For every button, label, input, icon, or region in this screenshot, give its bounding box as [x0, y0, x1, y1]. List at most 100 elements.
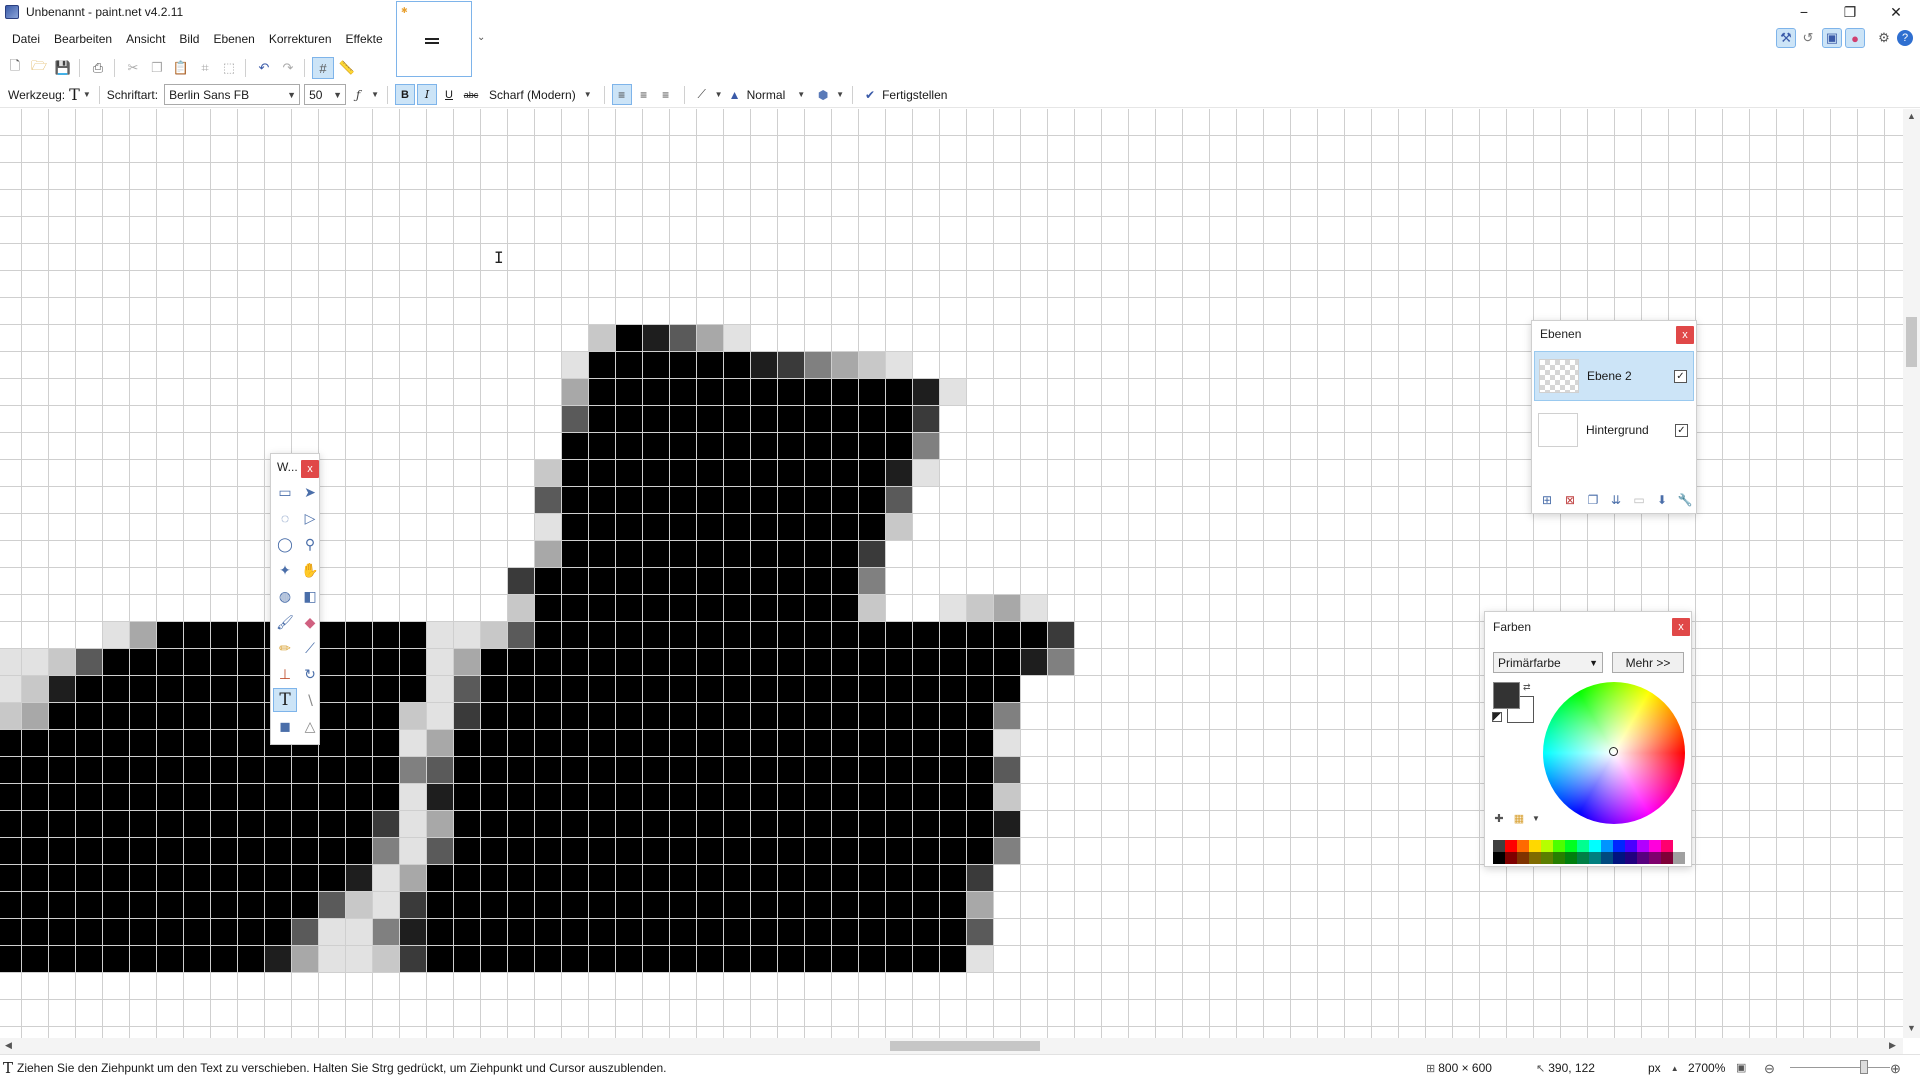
tool-dropdown-chevron-icon[interactable]: ▼ [83, 90, 91, 99]
rectangle-select-tool-icon[interactable]: ▭ [273, 480, 297, 504]
layer-visibility-checkbox[interactable]: ✓ [1675, 423, 1688, 437]
zoom-out-icon[interactable]: ⊖ [1764, 1061, 1778, 1077]
palette-swatch[interactable] [1577, 840, 1589, 852]
move-selection-tool-icon[interactable]: ▷ [298, 506, 322, 530]
tools-window-close-button[interactable]: x [301, 460, 319, 478]
menu-effekte[interactable]: Effekte [339, 28, 390, 50]
redo-icon[interactable]: ↷ [277, 57, 299, 79]
zoom-level[interactable]: 2700% [1688, 1061, 1725, 1075]
vertical-scrollbar[interactable]: ▲ ▼ [1903, 109, 1920, 1038]
palette-swatch[interactable] [1565, 840, 1577, 852]
text-tool-icon[interactable]: T [273, 688, 297, 712]
unit-select[interactable]: px ▲ [1648, 1061, 1679, 1075]
minimize-button[interactable]: − [1781, 0, 1827, 24]
layer-row-ebene-2[interactable]: Ebene 2 ✓ [1534, 351, 1694, 401]
add-to-palette-icon[interactable]: ✚ [1491, 810, 1507, 826]
italic-toggle[interactable]: I [417, 84, 438, 105]
zoom-to-window-icon[interactable]: ▣ [1736, 1061, 1749, 1074]
delete-layer-icon[interactable]: ⊠ [1559, 491, 1581, 509]
antialiasing-chevron-icon[interactable]: ▼ [584, 90, 592, 99]
move-selected-pixels-tool-icon[interactable]: ➤ [298, 480, 322, 504]
recolor-tool-icon[interactable]: ↻ [298, 662, 322, 686]
ellipse-select-tool-icon[interactable]: ◯ [273, 532, 297, 556]
palette-swatch[interactable] [1541, 852, 1553, 864]
palette-swatch[interactable] [1649, 840, 1661, 852]
restore-button[interactable]: ❐ [1827, 0, 1873, 24]
paint-bucket-tool-icon[interactable]: ◍ [273, 584, 297, 608]
font-smoothing-icon[interactable]: ƒ [348, 84, 368, 105]
horizontal-scroll-thumb[interactable] [890, 1041, 1040, 1051]
color-wheel-marker[interactable] [1609, 747, 1618, 756]
antialias-toggle-icon[interactable]: ⟋ [692, 84, 712, 105]
menu-korrekturen[interactable]: Korrekturen [262, 28, 339, 50]
antialiasing-select[interactable]: Scharf (Modern) [489, 88, 576, 102]
menu-ansicht[interactable]: Ansicht [119, 28, 172, 50]
zoom-slider-thumb[interactable] [1860, 1060, 1868, 1074]
align-left-icon[interactable]: ≡ [611, 84, 632, 105]
new-file-icon[interactable]: 🗋 [4, 57, 26, 79]
move-layer-up-icon[interactable]: ▭ [1628, 491, 1650, 509]
scroll-down-arrow-icon[interactable]: ▼ [1903, 1023, 1920, 1033]
palette-menu-chevron-icon[interactable]: ▼ [1532, 814, 1540, 823]
deselect-icon[interactable]: ⬚ [218, 57, 240, 79]
palette-swatch[interactable] [1625, 852, 1637, 864]
layers-window-close-button[interactable]: x [1676, 326, 1694, 344]
palette-swatch[interactable] [1589, 852, 1601, 864]
gradient-tool-icon[interactable]: ◧ [298, 584, 322, 608]
blend-mode-icon[interactable]: ▲ [725, 84, 745, 105]
zoom-in-icon[interactable]: ⊕ [1890, 1061, 1904, 1077]
font-smoothing-chevron-icon[interactable]: ▼ [371, 90, 379, 99]
vertical-scroll-thumb[interactable] [1906, 317, 1917, 367]
palette-menu-icon[interactable]: ▦ [1511, 810, 1527, 826]
finish-button[interactable]: Fertigstellen [882, 88, 947, 102]
swap-colors-icon[interactable]: ⇄ [1523, 682, 1531, 693]
palette-swatch[interactable] [1565, 852, 1577, 864]
align-right-icon[interactable]: ≡ [656, 84, 676, 105]
palette-swatch[interactable] [1517, 840, 1529, 852]
palette-swatch[interactable] [1553, 852, 1565, 864]
horizontal-scrollbar[interactable]: ◀ ▶ [0, 1038, 1903, 1054]
lasso-select-tool-icon[interactable]: ◌ [273, 506, 297, 530]
blend-mode-select[interactable]: Normal [747, 88, 786, 102]
zoom-slider[interactable] [1790, 1067, 1890, 1068]
palette-swatch[interactable] [1493, 840, 1505, 852]
duplicate-layer-icon[interactable]: ❐ [1582, 491, 1604, 509]
text-tool-icon[interactable]: T [69, 85, 80, 104]
palette-swatch[interactable] [1625, 840, 1637, 852]
pan-tool-icon[interactable]: ✋ [298, 558, 322, 582]
help-icon[interactable]: ? [1897, 30, 1913, 46]
palette-swatch[interactable] [1529, 840, 1541, 852]
add-layer-icon[interactable]: ⊞ [1536, 491, 1558, 509]
colors-window-toggle-icon[interactable]: ● [1845, 28, 1865, 48]
palette-swatch[interactable] [1553, 840, 1565, 852]
reset-colors-icon[interactable] [1492, 712, 1502, 722]
eraser-tool-icon[interactable]: ◆ [298, 610, 322, 634]
layer-row-hintergrund[interactable]: Hintergrund ✓ [1534, 405, 1694, 455]
undo-icon[interactable]: ↶ [253, 57, 275, 79]
crop-to-selection-icon[interactable]: ⌗ [194, 57, 216, 79]
selection-clipping-icon[interactable]: ⬢ [813, 84, 833, 105]
palette-swatch[interactable] [1637, 840, 1649, 852]
primary-color-swatch[interactable] [1493, 682, 1520, 709]
palette-swatch[interactable] [1517, 852, 1529, 864]
menu-bild[interactable]: Bild [172, 28, 206, 50]
layer-visibility-checkbox[interactable]: ✓ [1674, 369, 1687, 383]
shapes-options-icon[interactable]: △ [298, 714, 322, 738]
close-window-button[interactable]: ✕ [1873, 0, 1919, 24]
settings-gear-icon[interactable]: ⚙ [1874, 28, 1894, 48]
pencil-tool-icon[interactable]: ✏ [273, 636, 297, 660]
paintbrush-tool-icon[interactable]: 🖌 [273, 610, 297, 634]
antialias-toggle-chevron-icon[interactable]: ▼ [715, 90, 723, 99]
color-mode-select[interactable]: Primärfarbe ▼ [1493, 652, 1603, 673]
underline-toggle[interactable]: U [439, 84, 459, 105]
palette-swatch[interactable] [1601, 852, 1613, 864]
palette-swatch[interactable] [1661, 852, 1673, 864]
palette-swatch[interactable] [1529, 852, 1541, 864]
palette-swatch[interactable] [1613, 840, 1625, 852]
shapes-tool-icon[interactable]: ◼ [273, 714, 297, 738]
scroll-left-arrow-icon[interactable]: ◀ [0, 1040, 17, 1051]
layer-properties-icon[interactable]: 🔧 [1674, 491, 1696, 509]
merge-layer-down-icon[interactable]: ⇊ [1605, 491, 1627, 509]
color-picker-tool-icon[interactable]: ⟋ [298, 636, 322, 660]
menu-ebenen[interactable]: Ebenen [206, 28, 261, 50]
